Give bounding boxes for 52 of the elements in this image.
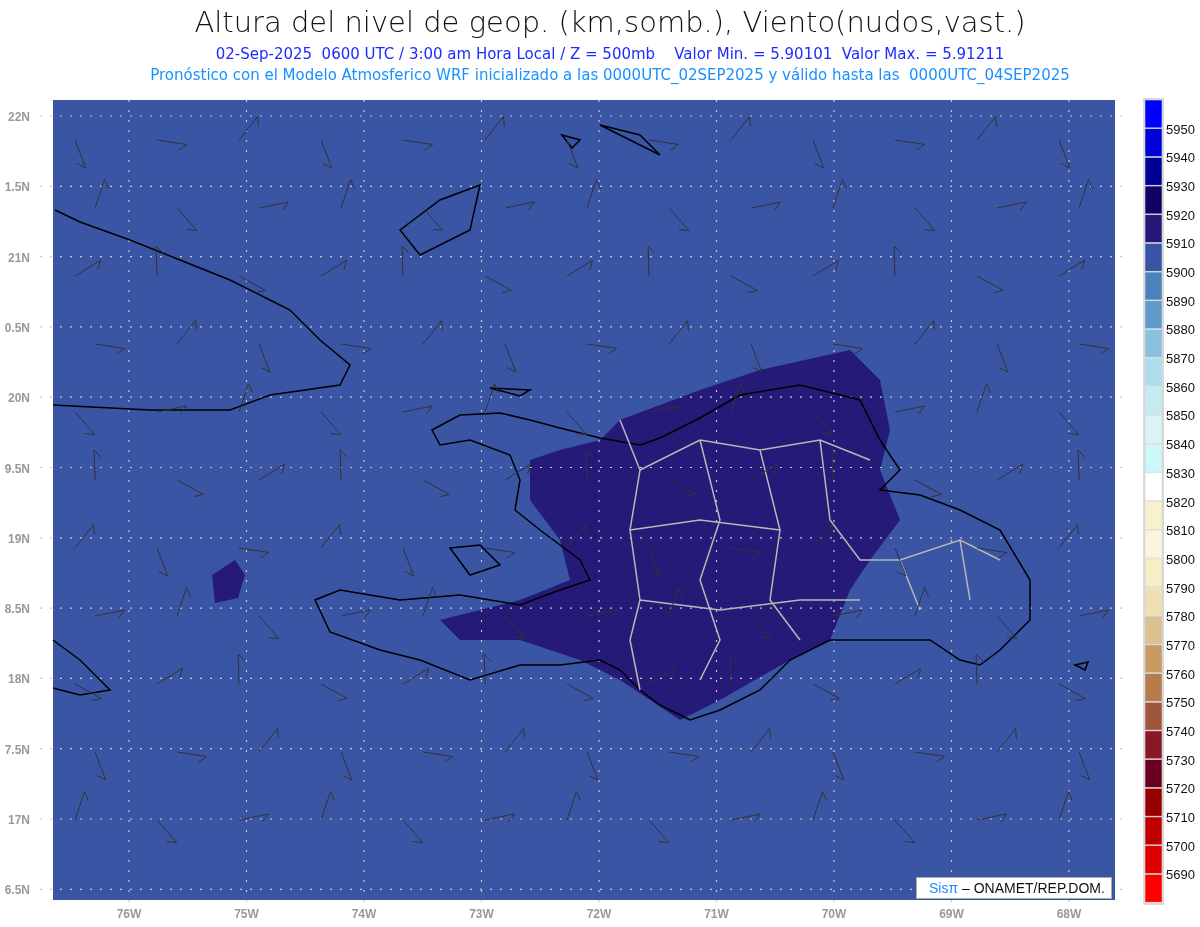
longitude-label: 68W <box>1056 907 1082 921</box>
latitude-label: 19N <box>8 531 30 546</box>
latitude-label: 20N <box>8 391 30 406</box>
colorbar-label: 5710 <box>1166 809 1195 825</box>
colorbar-label: 5740 <box>1166 723 1195 739</box>
latitude-label: 18N <box>8 672 30 687</box>
credit-label: Sisπ – ONAMET/REP.DOM. <box>916 877 1112 899</box>
longitude-label: 74W <box>351 907 377 921</box>
longitude-label: 76W <box>116 907 142 921</box>
colorbar-label: 5890 <box>1166 293 1195 309</box>
latitude-label: 7.5N <box>4 742 30 757</box>
colorbar-label: 5730 <box>1166 752 1195 768</box>
colorbar-label: 5930 <box>1166 179 1195 195</box>
latitude-label: 1.5N <box>4 180 30 195</box>
chart-title: Altura del nivel de geop. (km,somb.), Viento(nudos,vast.) <box>194 4 1026 41</box>
longitude-label: 71W <box>704 907 729 921</box>
colorbar-label: 5850 <box>1166 408 1195 424</box>
forecast-note: Pronóstico con el Modelo Atmosferico WRF inicializado a las 0000UTC_02SEP2025 y válido hasta las 0000UTC_04SEP2025 <box>150 65 1070 86</box>
colorbar-label: 5840 <box>1166 437 1195 453</box>
colorbar-label: 5800 <box>1166 551 1195 567</box>
longitude-label: 72W <box>586 907 612 921</box>
colorbar-label: 5780 <box>1166 609 1195 625</box>
latitude-label: 0.5N <box>4 320 30 335</box>
colorbar-label: 5700 <box>1166 838 1195 854</box>
longitude-label: 73W <box>469 907 494 921</box>
colorbar-label: 5750 <box>1166 695 1195 711</box>
colorbar-label: 5920 <box>1166 207 1195 223</box>
colorbar-label: 5870 <box>1166 351 1195 367</box>
latitude-label: 22N <box>8 110 30 124</box>
latitude-label: 6.5N <box>4 883 30 898</box>
colorbar-label: 5880 <box>1166 322 1195 338</box>
chart-subtitle: 02-Sep-2025 0600 UTC / 3:00 am Hora Local / Z = 500mb Valor Min. = 5.90101 Valor Max. = 5.91211 <box>215 44 1005 65</box>
colorbar-label: 5760 <box>1166 666 1195 682</box>
colorbar-label: 5810 <box>1166 523 1195 539</box>
colorbar-label: 5900 <box>1166 265 1195 281</box>
colorbar-label: 5860 <box>1166 379 1195 395</box>
colorbar-label: 5790 <box>1166 580 1195 596</box>
longitude-label: 70W <box>821 907 847 921</box>
latitude-label: 17N <box>8 813 30 827</box>
longitude-label: 69W <box>939 907 964 921</box>
latitude-label: 8.5N <box>4 602 30 617</box>
colorbar-label: 5830 <box>1166 465 1195 481</box>
longitude-label: 75W <box>234 907 259 921</box>
colorbar-label: 5910 <box>1166 236 1195 252</box>
latitude-label: 9.5N <box>4 461 30 476</box>
colorbar-label: 5940 <box>1166 150 1195 166</box>
colorbar-label: 5950 <box>1166 121 1195 137</box>
colorbar-label: 5690 <box>1166 867 1195 883</box>
colorbar-label: 5770 <box>1166 637 1195 653</box>
colorbar-label: 5820 <box>1166 494 1195 510</box>
colorbar-label: 5720 <box>1166 781 1195 797</box>
latitude-label: 21N <box>8 250 30 265</box>
